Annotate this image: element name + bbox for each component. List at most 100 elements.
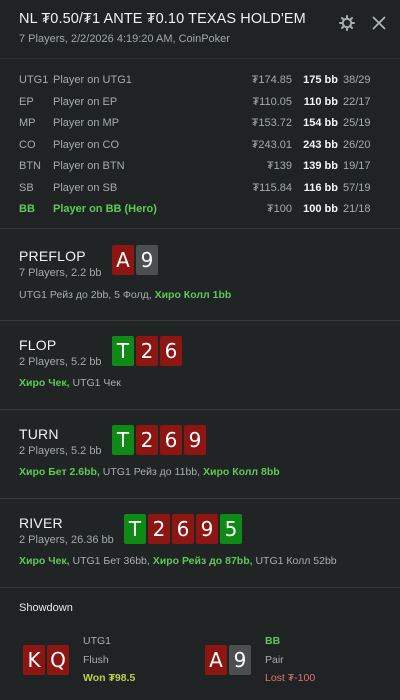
player-name: Player on BTN [53,160,125,172]
showdown-player: UTG1 [83,635,112,647]
action-text: UTG1 Чек [69,377,121,389]
card: 9 [196,514,218,544]
player-row: EP Player on EP ₮110.05 110 bb 22/17 [0,93,400,113]
street-actions: UTG1 Рейз до 2bb, 5 Фолд, Хиро Колл 1bb [19,289,231,301]
player-position: BTN [19,160,41,172]
card: T [112,336,134,366]
street-actions: Хиро Чек, UTG1 Чек [19,377,121,389]
hero-action-text: Хиро Бет 2.6bb, [19,466,100,478]
street-actions: Хиро Бет 2.6bb, UTG1 Рейз до 11bb, Хиро … [19,466,280,478]
player-stack: ₮243.01 [251,138,292,151]
card: 6 [160,336,182,366]
player-position: EP [19,95,34,108]
card: K [23,645,45,675]
player-stack-bb: 116 bb [303,181,338,194]
street-flop: FLOP 2 Players, 5.2 bb T 2 6 Хиро Чек, U… [0,320,400,409]
card: T [124,514,146,544]
card: 2 [136,425,158,455]
street-meta: 2 Players, 26.36 bb [19,534,114,546]
showdown-cards-utg1: K Q [23,645,69,675]
player-stack: ₮174.85 [251,74,292,86]
showdown-cards-hero: A 9 [205,645,251,675]
action-text: UTG1 Рейз до 2bb, 5 Фолд, [19,289,155,301]
player-hands: 21/18 [343,203,371,215]
player-stack-bb: 100 bb [303,203,338,215]
card: Q [47,645,69,675]
player-stack-bb: 154 bb [303,117,338,129]
player-name: Player on UTG1 [53,74,132,86]
player-position: BB [19,203,35,215]
player-name: Player on MP [53,117,120,129]
hero-action-text: Хиро Чек, [19,377,70,389]
player-stack: ₮153.72 [251,117,292,129]
card: 6 [160,425,182,455]
street-name: RIVER [19,515,63,531]
close-icon[interactable] [370,14,388,32]
player-row: CO Player on CO ₮243.01 243 bb 26/20 [0,136,400,156]
showdown-section: Showdown K Q UTG1 Flush Won ₮98.5 A 9 BB… [0,587,400,700]
player-name: Player on SB [53,181,118,194]
player-hands: 19/17 [343,160,371,172]
showdown-player: BB [265,635,281,647]
player-name: Player on BB (Hero) [53,203,157,215]
player-row: UTG1 Player on UTG1 ₮174.85 175 bb 38/29 [0,71,400,91]
player-name: Player on CO [53,138,120,151]
player-row: BTN Player on BTN ₮139 139 bb 19/17 [0,157,400,177]
card: A [205,645,227,675]
card: 2 [136,336,158,366]
player-stack-bb: 175 bb [303,74,338,86]
card: A [112,245,134,275]
hero-cards: A 9 [112,245,158,275]
showdown-hand: Flush [83,654,109,666]
action-text: UTG1 Бет 36bb, [69,555,153,567]
player-stack: ₮139 [266,160,292,172]
player-position: MP [19,117,36,129]
player-position: CO [19,138,36,151]
street-meta: 2 Players, 5.2 bb [19,445,102,457]
player-position: SB [19,181,34,194]
showdown-title: Showdown [19,602,73,614]
showdown-hand: Pair [265,654,284,666]
card: 9 [136,245,158,275]
player-hands: 22/17 [343,95,371,108]
board-cards: T 2 6 [112,336,182,366]
player-stack-bb: 139 bb [303,160,338,172]
board-cards: T 2 6 9 5 [124,514,242,544]
action-text: UTG1 Рейз до 11bb, [99,466,203,478]
player-hands: 25/19 [343,117,371,129]
player-row: SB Player on SB ₮115.84 116 bb 57/19 [0,179,400,199]
hero-action-text: Хиро Колл 1bb [154,289,232,301]
street-name: TURN [19,426,59,442]
street-name: PREFLOP [19,248,86,264]
hand-subtitle: 7 Players, 2/2/2026 4:19:20 AM, CoinPoke… [19,33,230,45]
player-position: UTG1 [19,74,49,86]
card: T [112,425,134,455]
street-name: FLOP [19,337,57,353]
player-name: Player on EP [53,95,118,108]
card: 9 [184,425,206,455]
player-row: MP Player on MP ₮153.72 154 bb 25/19 [0,114,400,134]
player-hands: 26/20 [343,138,371,151]
street-meta: 7 Players, 2.2 bb [19,267,102,279]
street-actions: Хиро Чек, UTG1 Бет 36bb, Хиро Рейз до 87… [19,555,337,567]
card: 9 [229,645,251,675]
hand-title: NL ₮0.50/₮1 ANTE ₮0.10 TEXAS HOLD'EM [19,11,306,27]
action-text: UTG1 Колл 52bb [252,555,337,567]
player-stack-bb: 110 bb [303,95,338,108]
players-table: UTG1 Player on UTG1 ₮174.85 175 bb 38/29… [0,58,400,228]
gear-icon[interactable] [338,14,356,32]
street-turn: TURN 2 Players, 5.2 bb T 2 6 9 Хиро Бет … [0,409,400,498]
street-meta: 2 Players, 5.2 bb [19,356,102,368]
card: 5 [220,514,242,544]
player-stack: ₮110.05 [252,95,292,108]
player-stack: ₮115.84 [252,181,292,194]
showdown-result-won: Won ₮98.5 [83,672,136,684]
player-stack: ₮100 [266,203,292,215]
player-hands: 57/19 [343,181,371,194]
showdown-result-lost: Lost ₮-100 [265,672,316,684]
hand-header: NL ₮0.50/₮1 ANTE ₮0.10 TEXAS HOLD'EM 7 P… [0,0,400,58]
street-river: RIVER 2 Players, 26.36 bb T 2 6 9 5 Хиро… [0,498,400,587]
hero-action-text: Хиро Колл 8bb [202,466,280,478]
hero-action-text: Хиро Чек, [19,555,70,567]
player-hands: 38/29 [343,74,371,86]
